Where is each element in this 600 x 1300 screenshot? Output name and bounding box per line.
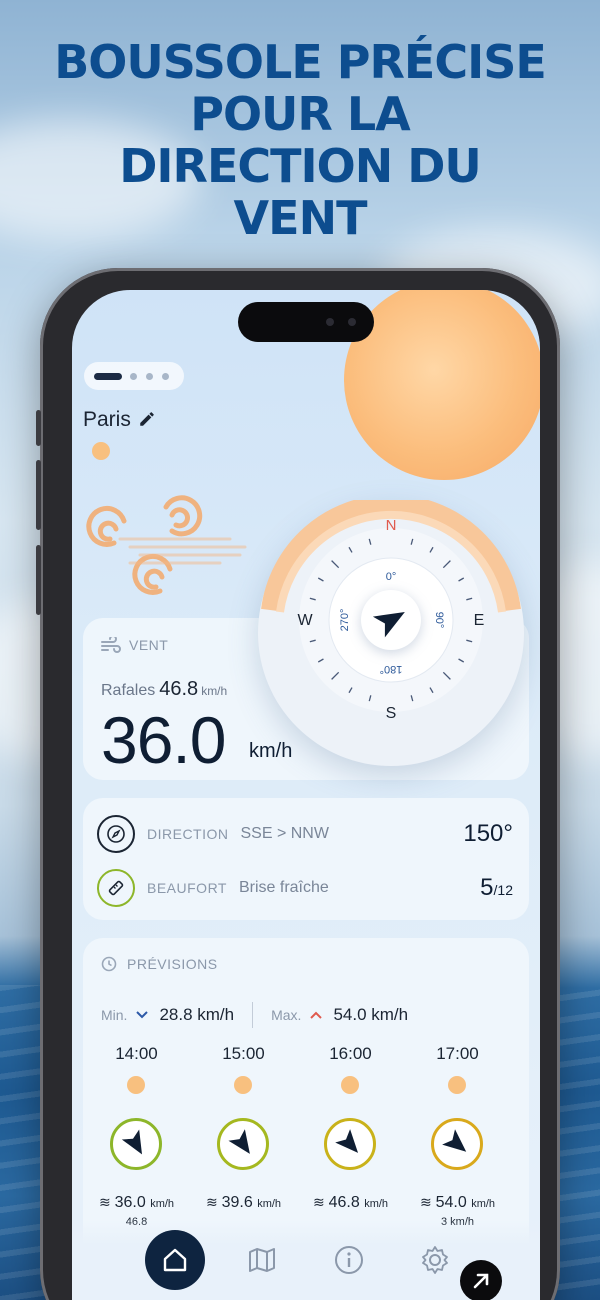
- city-name[interactable]: Paris: [83, 408, 131, 432]
- headline: BOUSSOLE PRÉCISE POUR LA DIRECTION DU VE…: [0, 36, 600, 244]
- forecast-time: 14:00: [115, 1044, 158, 1063]
- forecast-direction-ring: [217, 1118, 269, 1170]
- gust-label: Rafales: [101, 682, 156, 699]
- forecast-speed-unit: km/h: [471, 1198, 496, 1210]
- sun-icon: [341, 1076, 359, 1094]
- beaufort-scale-max: /12: [493, 882, 513, 898]
- forecast-direction-ring: [110, 1118, 162, 1170]
- min-max-row: Min. 28.8 km/h Max. 54.0 km/h: [101, 1002, 408, 1028]
- compass-north: N: [386, 517, 397, 534]
- forecast-speed-value: 39.6: [221, 1194, 253, 1211]
- forecast-speed: ≋ 54.0 km/h: [404, 1194, 511, 1212]
- compass-east: E: [474, 612, 485, 629]
- compass-icon: [97, 815, 135, 853]
- direction-row: DIRECTION SSE > NNW 150°: [97, 810, 513, 858]
- headline-line-4: VENT: [233, 191, 368, 245]
- forecast-hour-item[interactable]: 16:00 ≋ 46.8 km/h: [297, 1044, 404, 1244]
- max-label: Max.: [271, 1007, 302, 1023]
- ruler-icon: [97, 869, 135, 907]
- headline-line-1: BOUSSOLE PRÉCISE: [54, 35, 547, 89]
- compass-deg-180: 180°: [380, 663, 403, 675]
- compass-west: W: [297, 612, 313, 629]
- wind-speed-value: 36.0: [101, 703, 226, 777]
- info-icon[interactable]: [333, 1244, 365, 1276]
- direction-label: DIRECTION: [147, 826, 229, 842]
- chevron-up-icon: [310, 1011, 323, 1019]
- wind-icon: [101, 637, 121, 653]
- forecast-speed: ≋ 36.0 km/h: [83, 1194, 190, 1212]
- forecast-direction-ring: [324, 1118, 376, 1170]
- wind-section-label: VENT: [129, 637, 169, 653]
- wind-swirl-icon: [86, 495, 247, 595]
- chevron-down-icon: [136, 1011, 149, 1019]
- min-value: 28.8 km/h: [159, 1005, 235, 1024]
- forecast-speed-unit: km/h: [364, 1198, 389, 1210]
- gust-unit: km/h: [201, 684, 228, 698]
- compass: N E S W 0° 90° 180° 270°: [258, 500, 524, 766]
- gust-row: Rafales 46.8 km/h: [101, 678, 227, 701]
- settings-icon[interactable]: [419, 1244, 451, 1276]
- map-icon[interactable]: [246, 1244, 278, 1276]
- forecast-speed-value: 46.8: [328, 1194, 360, 1211]
- forecast-speed-value: 36.0: [114, 1194, 146, 1211]
- forecast-hour-item[interactable]: 14:00≋ 36.0 km/h46.8: [83, 1044, 190, 1244]
- forecast-time: 16:00: [329, 1044, 372, 1063]
- app-screen: Paris VENT Rafales 46.8 km/h 36.0 km/h N…: [72, 290, 540, 1300]
- forecast-speed: ≋ 46.8 km/h: [297, 1194, 404, 1212]
- forecast-speed-value: 54.0: [435, 1194, 467, 1211]
- beaufort-value: Brise fraîche: [238, 879, 329, 896]
- home-icon: [163, 1248, 187, 1272]
- forecast-time: 17:00: [436, 1044, 479, 1063]
- sun-icon: [127, 1076, 145, 1094]
- beaufort-number: 5/12: [480, 874, 513, 902]
- forecast-arrow-icon: [121, 1129, 142, 1155]
- sun-icon: [92, 442, 110, 460]
- sun-icon: [448, 1076, 466, 1094]
- forecast-speed-unit: km/h: [257, 1198, 282, 1210]
- wind-icon: ≋: [312, 1194, 329, 1210]
- phone-volume-down: [36, 545, 41, 615]
- headline-line-3: DIRECTION DU: [119, 139, 482, 193]
- forecast-speed-unit: km/h: [150, 1198, 175, 1210]
- direction-value: SSE > NNW: [240, 825, 329, 842]
- forecast-hour-item[interactable]: 17:00≋ 54.0 km/h3 km/h: [404, 1044, 511, 1244]
- hourly-forecast-list[interactable]: 14:00≋ 36.0 km/h46.815:00≋ 39.6 km/h16:0…: [83, 1044, 529, 1244]
- share-fab-button[interactable]: [460, 1260, 502, 1300]
- compass-deg-0: 0°: [386, 571, 397, 583]
- details-card: DIRECTION SSE > NNW 150° BEAUFORT Brise …: [83, 798, 529, 920]
- forecast-hour-item[interactable]: 15:00 ≋ 39.6 km/h: [190, 1044, 297, 1244]
- location-pager[interactable]: [84, 362, 184, 390]
- phone-side-button: [36, 410, 41, 446]
- max-value: 54.0 km/h: [333, 1005, 409, 1024]
- compass-deg-270: 270°: [339, 609, 351, 632]
- nav-home-button[interactable]: [145, 1230, 205, 1290]
- forecast-arrow-icon: [335, 1129, 359, 1153]
- forecast-section-label: PRÉVISIONS: [127, 956, 218, 972]
- headline-line-2: POUR LA: [190, 87, 411, 141]
- edit-pencil-icon[interactable]: [138, 410, 156, 428]
- arrow-up-right-icon: [473, 1273, 489, 1289]
- forecast-direction-ring: [431, 1118, 483, 1170]
- compass-dial: N E S W 0° 90° 180° 270°: [261, 500, 521, 722]
- min-label: Min.: [101, 1007, 128, 1023]
- beaufort-scale-value: 5: [480, 874, 494, 901]
- sun-icon: [234, 1076, 252, 1094]
- forecast-arrow-icon: [228, 1129, 250, 1154]
- wind-icon: ≋: [98, 1194, 115, 1210]
- wind-icon: ≋: [205, 1194, 222, 1210]
- compass-south: S: [386, 705, 397, 722]
- compass-deg-90: 90°: [433, 612, 445, 629]
- phone-volume-up: [36, 460, 41, 530]
- forecast-arrow-icon: [442, 1129, 467, 1152]
- forecast-speed: ≋ 39.6 km/h: [190, 1194, 297, 1212]
- beaufort-label: BEAUFORT: [147, 880, 227, 896]
- beaufort-row: BEAUFORT Brise fraîche 5/12: [97, 864, 513, 912]
- clock-icon: [101, 956, 117, 972]
- dynamic-island: [238, 302, 374, 342]
- direction-degrees: 150°: [463, 820, 513, 847]
- gust-value: 46.8: [159, 678, 199, 700]
- wind-icon: ≋: [419, 1194, 436, 1210]
- forecast-time: 15:00: [222, 1044, 265, 1063]
